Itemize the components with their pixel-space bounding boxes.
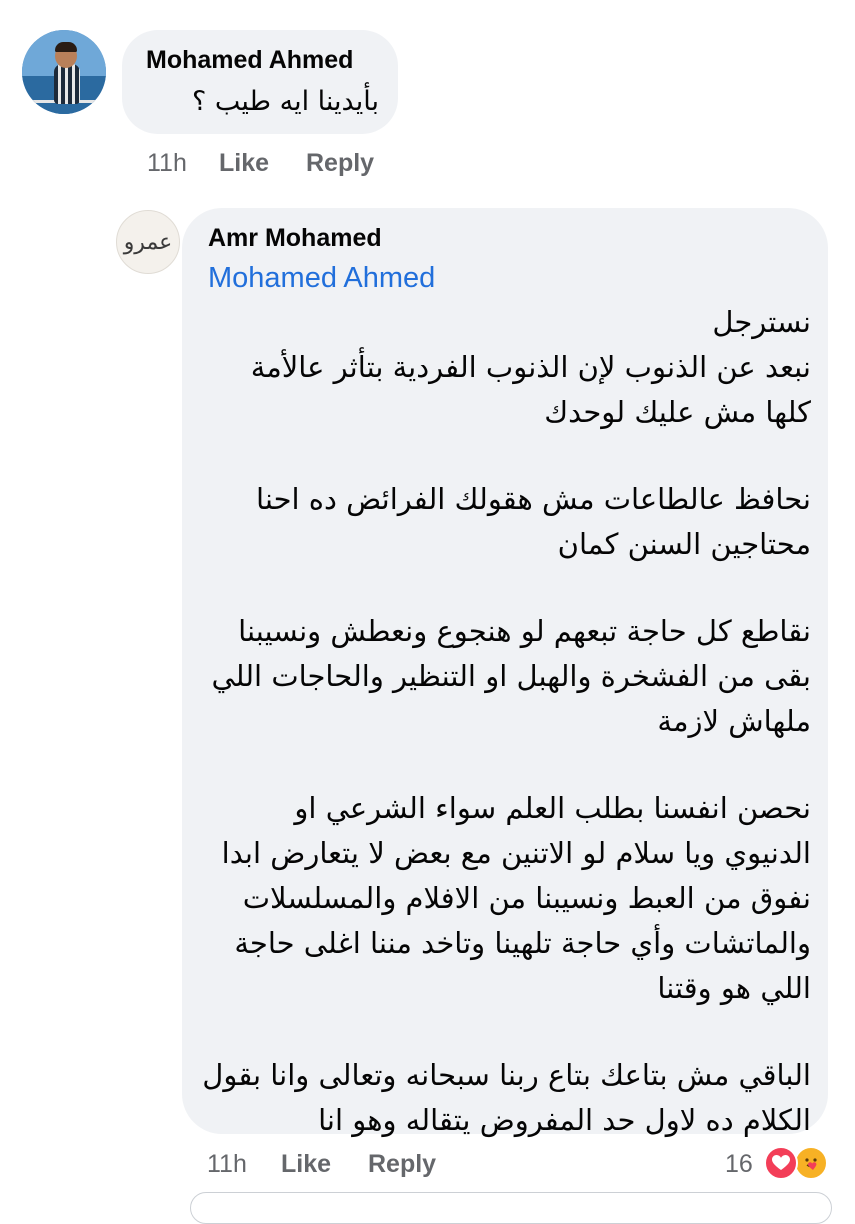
reply-timestamp[interactable]: 11h [207,1150,247,1179]
reaction-count[interactable]: 16 [725,1150,753,1179]
reply-like-button[interactable]: Like [281,1150,331,1179]
reply-text-line: نقاطع كل حاجة تبعهم لو هنجوع ونعطش ونسيب… [238,614,811,648]
reply-text-line: اللي هو وقتنا [657,971,811,1005]
reply-text-line: كلها مش عليك لوحدك [544,395,811,429]
reply-text-line: الدنيوي ويا سلام لو الاتنين مع بعض لا يت… [221,836,811,870]
care-icon[interactable] [794,1146,828,1180]
comment-author-name[interactable]: Mohamed Ahmed [146,46,353,75]
reply-text-line: نبعد عن الذنوب لإن الذنوب الفردية بتأثر … [250,350,811,384]
reply-text-line: نحصن انفسنا بطلب العلم سواء الشرعي او [294,791,811,825]
reply-text-line: نسترجل [712,305,811,339]
reply-author-name[interactable]: Amr Mohamed [208,224,382,253]
comment-timestamp[interactable]: 11h [147,149,187,178]
comment-like-button[interactable]: Like [219,149,269,178]
reply-text-line: والماتشات وأي حاجة تلهينا وتاخد مننا اغل… [234,926,811,960]
reply-text-line: الكلام ده لاول حد المفروض يتقاله وهو انا [318,1103,811,1137]
reply-text-line: الباقي مش بتاعك بتاع ربنا سبحانه وتعالى … [202,1058,811,1092]
reply-author-avatar[interactable]: عمرو [116,210,180,274]
reply-text-line: محتاجين السنن كمان [557,527,811,561]
reply-text-line: نفوق من العبط ونسيبنا من الافلام والمسلس… [242,881,811,915]
reply-reply-button[interactable]: Reply [368,1150,436,1179]
comment-text: بأيدينا ايه طيب ؟ [191,86,379,117]
heart-icon[interactable] [764,1146,798,1180]
reply-text-line: نحافظ عالطاعات مش هقولك الفرائض ده احنا [256,482,811,516]
comment-reply-button[interactable]: Reply [306,149,374,178]
reply-text: نسترجل نبعد عن الذنوب لإن الذنوب الفردية … [191,300,811,1143]
avatar-calligraphy: عمرو [123,229,173,255]
comment-compose-input[interactable] [190,1192,832,1224]
commenter-avatar[interactable] [22,30,106,114]
reply-mention-link[interactable]: Mohamed Ahmed [208,262,435,295]
reply-text-line: بقى من الفشخرة والهبل او التنظير والحاجا… [211,659,811,693]
reply-text-line: ملهاش لازمة [657,704,811,738]
